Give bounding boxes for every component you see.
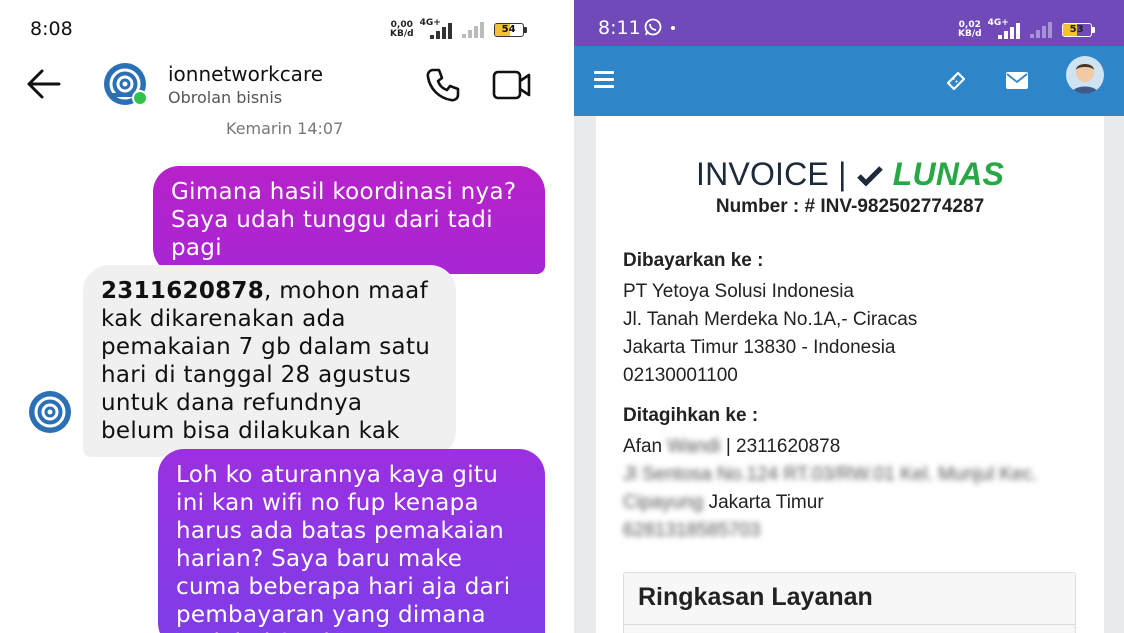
whatsapp-icon bbox=[644, 18, 662, 36]
check-icon bbox=[856, 166, 883, 187]
signal-icon: 4G+ bbox=[988, 18, 1024, 40]
billed-city: Jakarta Timur bbox=[708, 492, 824, 513]
billed-district-redacted: Cipayung bbox=[623, 492, 704, 513]
billed-to-heading: Ditagihkan ke : bbox=[623, 405, 759, 426]
billed-phone-redacted: 6281318585703 bbox=[623, 520, 761, 541]
status-icons: 0,00 KB/d 4G+ 54 bbox=[390, 18, 527, 40]
net-speed-unit: KB/d bbox=[390, 29, 414, 39]
net-speed-unit: KB/d bbox=[958, 29, 982, 39]
chat-screen: 8:08 0,00 KB/d 4G+ 54 ionnetworkcare Obr… bbox=[0, 0, 574, 633]
contact-subtitle: Obrolan bisnis bbox=[168, 88, 283, 107]
service-summary-panel: Ringkasan Layanan bbox=[623, 572, 1076, 633]
service-summary-heading: Ringkasan Layanan bbox=[624, 573, 1075, 625]
status-bar: 8:11 0,02 KB/d 4G+ 53 bbox=[574, 0, 1124, 46]
invoice-screen: 8:11 0,02 KB/d 4G+ 53 INVOICE | LUNAS Nu… bbox=[574, 0, 1124, 633]
message-outgoing[interactable]: Gimana hasil koordinasi nya? Saya udah t… bbox=[153, 166, 545, 274]
billed-city-line: Cipayung Jakarta Timur bbox=[623, 489, 1037, 517]
battery-level: 53 bbox=[1069, 24, 1084, 35]
invoice-label: INVOICE | bbox=[696, 156, 847, 192]
status-time: 8:11 bbox=[598, 17, 641, 39]
invoice-title: INVOICE | LUNAS bbox=[596, 156, 1104, 193]
user-avatar[interactable] bbox=[1066, 56, 1104, 94]
hamburger-menu-icon[interactable] bbox=[594, 71, 614, 89]
contact-name[interactable]: ionnetworkcare bbox=[168, 62, 323, 86]
notification-dot bbox=[671, 26, 675, 30]
net-speed: 0,02 KB/d bbox=[958, 21, 982, 39]
status-time: 8:08 bbox=[30, 18, 73, 40]
message-outgoing[interactable]: Loh ko aturannya kaya gitu ini kan wifi … bbox=[158, 449, 545, 633]
billed-to-section: Ditagihkan ke : Afan Wandi | 2311620878 … bbox=[623, 405, 1037, 545]
paid-to-line: 02130001100 bbox=[623, 365, 738, 386]
billed-name-redacted: Wandi bbox=[667, 436, 721, 457]
app-bar bbox=[574, 46, 1124, 116]
sender-avatar bbox=[29, 391, 71, 433]
billed-name: Afan bbox=[623, 436, 663, 457]
message-incoming[interactable]: 2311620878, mohon maaf kak dikarenakan a… bbox=[83, 265, 456, 457]
battery-icon: 54 bbox=[493, 23, 527, 37]
paid-to-line: Jl. Tanah Merdeka No.1A,- Ciracas bbox=[623, 309, 918, 330]
paid-to-heading: Dibayarkan ke : bbox=[623, 250, 764, 271]
invoice-number: Number : # INV-982502774287 bbox=[715, 196, 985, 217]
paid-to-line: PT Yetoya Solusi Indonesia bbox=[623, 281, 854, 302]
online-indicator bbox=[132, 90, 148, 106]
signal-icon: 4G+ bbox=[420, 18, 456, 40]
paid-to-section: Dibayarkan ke : PT Yetoya Solusi Indones… bbox=[623, 250, 917, 390]
billed-name-line: Afan Wandi | 2311620878 bbox=[623, 433, 1037, 461]
invoice-status: LUNAS bbox=[892, 156, 1004, 192]
paid-to-line: Jakarta Timur 13830 - Indonesia bbox=[623, 337, 896, 358]
back-arrow-icon[interactable] bbox=[26, 68, 62, 100]
video-call-icon[interactable] bbox=[492, 68, 532, 102]
billed-address-redacted: Jl Sentosa No.124 RT.03/RW.01 Kel. Munju… bbox=[623, 464, 1038, 485]
mail-icon[interactable] bbox=[1006, 72, 1028, 89]
billed-id: | 2311620878 bbox=[725, 436, 841, 457]
signal-2-icon bbox=[1029, 22, 1056, 38]
invoice-card: INVOICE | LUNAS Number : # INV-982502774… bbox=[596, 116, 1104, 633]
ticket-icon[interactable] bbox=[944, 69, 968, 93]
phone-icon[interactable] bbox=[424, 66, 462, 104]
message-timestamp: Kemarin 14:07 bbox=[226, 119, 344, 138]
message-account-id: 2311620878 bbox=[101, 278, 265, 304]
net-speed: 0,00 KB/d bbox=[390, 21, 414, 39]
signal-2-icon bbox=[461, 22, 488, 38]
battery-icon: 53 bbox=[1061, 23, 1095, 37]
battery-level: 54 bbox=[501, 24, 516, 35]
status-icons: 0,02 KB/d 4G+ 53 bbox=[958, 18, 1095, 40]
